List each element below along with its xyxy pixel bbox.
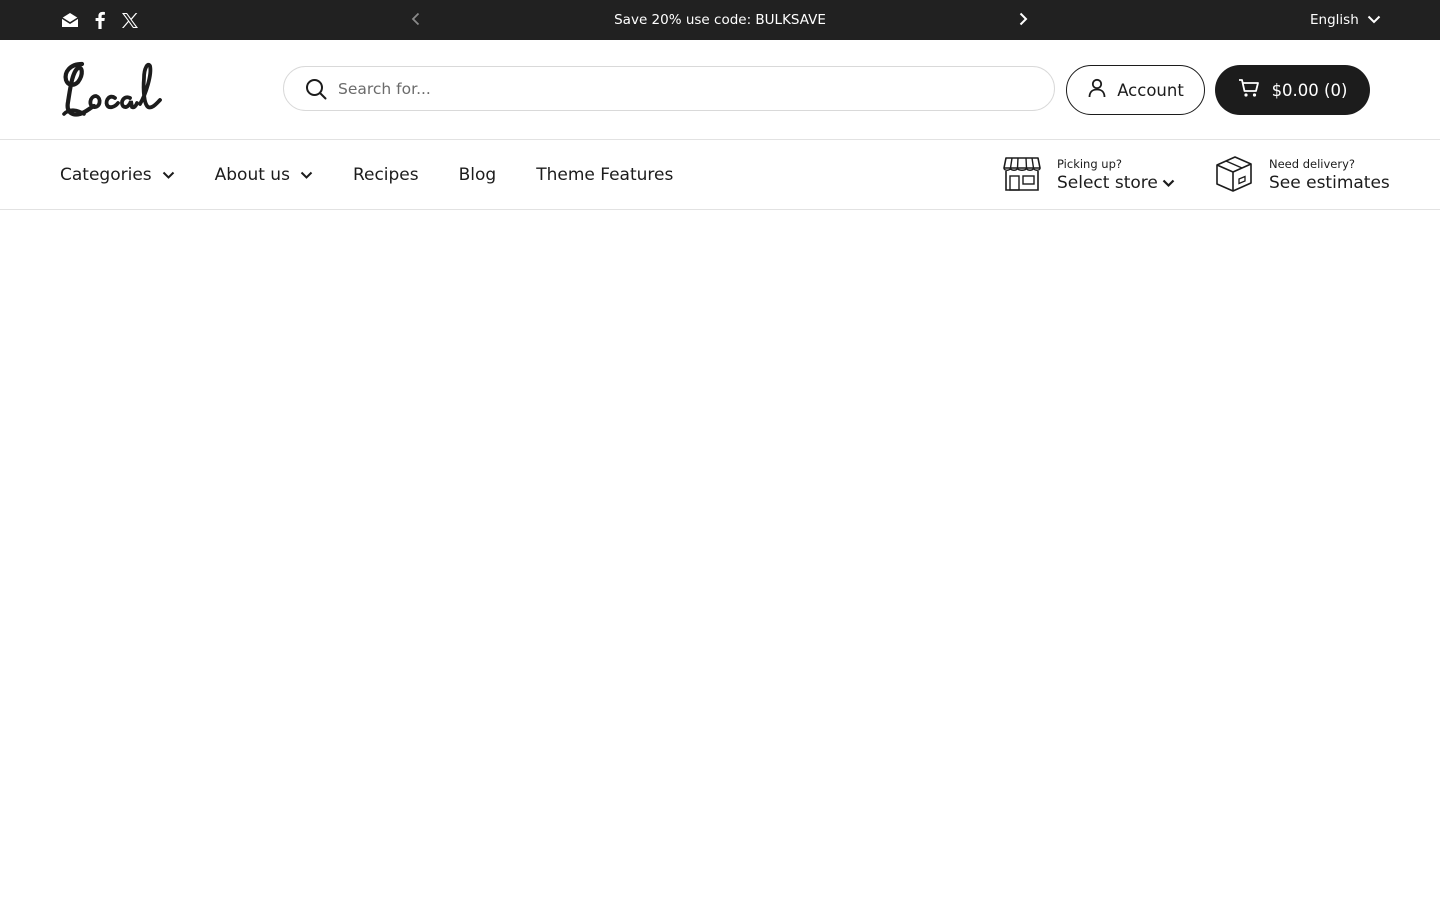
language-label: English <box>1310 12 1359 28</box>
nav-item-label: About us <box>214 165 290 185</box>
search-icon[interactable] <box>304 77 328 101</box>
page-content <box>0 211 1440 900</box>
nav-item-categories[interactable]: Categories <box>60 165 175 185</box>
site-header: Local Account $0.00 (0) <box>0 40 1440 140</box>
chevron-down-icon <box>162 165 175 185</box>
delivery-estimates[interactable]: Need delivery? See estimates <box>1215 155 1390 197</box>
chevron-down-icon <box>300 165 313 185</box>
storefront-icon <box>1003 157 1041 195</box>
facebook-icon[interactable] <box>90 10 110 30</box>
x-twitter-icon[interactable] <box>120 10 140 30</box>
pickup-action: Select store <box>1057 171 1175 195</box>
chevron-down-icon <box>1162 171 1175 195</box>
main-nav: Categories About us Recipes Blog Theme F… <box>60 141 673 209</box>
nav-item-label: Recipes <box>352 165 419 185</box>
announcement-bar: Save 20% use code: BULKSAVE English <box>0 0 1440 40</box>
nav-item-theme-features[interactable]: Theme Features <box>536 165 673 185</box>
pickup-action-label: Select store <box>1057 173 1158 193</box>
language-selector[interactable]: English <box>1310 0 1381 40</box>
chevron-right-icon <box>1018 11 1028 30</box>
announcement-prev-button[interactable] <box>406 10 426 30</box>
social-links <box>60 10 140 30</box>
chevron-down-icon <box>1367 12 1381 28</box>
search-bar <box>283 66 1055 111</box>
nav-item-blog[interactable]: Blog <box>459 165 497 185</box>
pickup-caption: Picking up? <box>1057 157 1122 171</box>
delivery-action-label: See estimates <box>1269 173 1390 193</box>
announcement-message: Save 20% use code: BULKSAVE <box>614 12 826 28</box>
delivery-text: Need delivery? See estimates <box>1269 157 1390 195</box>
cart-button[interactable]: $0.00 (0) <box>1215 65 1370 115</box>
user-icon <box>1087 78 1107 102</box>
email-icon[interactable] <box>60 10 80 30</box>
chevron-left-icon <box>411 11 421 30</box>
main-navigation-row: Categories About us Recipes Blog Theme F… <box>0 141 1440 210</box>
cart-icon <box>1238 78 1260 102</box>
pickup-text: Picking up? Select store <box>1057 157 1175 195</box>
site-logo[interactable]: Local <box>60 58 164 122</box>
account-label: Account <box>1117 80 1184 100</box>
cart-label: $0.00 (0) <box>1271 80 1348 100</box>
logo-text: Local <box>164 58 165 59</box>
announcement-next-button[interactable] <box>1013 10 1033 30</box>
account-button[interactable]: Account <box>1066 65 1205 115</box>
nav-item-recipes[interactable]: Recipes <box>353 165 419 185</box>
nav-item-label: Blog <box>458 165 497 185</box>
package-box-icon <box>1215 155 1253 197</box>
nav-item-label: Categories <box>60 165 152 185</box>
nav-item-about-us[interactable]: About us <box>215 165 313 185</box>
search-input[interactable] <box>338 79 1018 98</box>
nav-item-label: Theme Features <box>536 165 674 185</box>
delivery-caption: Need delivery? <box>1269 157 1355 171</box>
store-pickup-selector[interactable]: Picking up? Select store <box>1003 155 1175 197</box>
